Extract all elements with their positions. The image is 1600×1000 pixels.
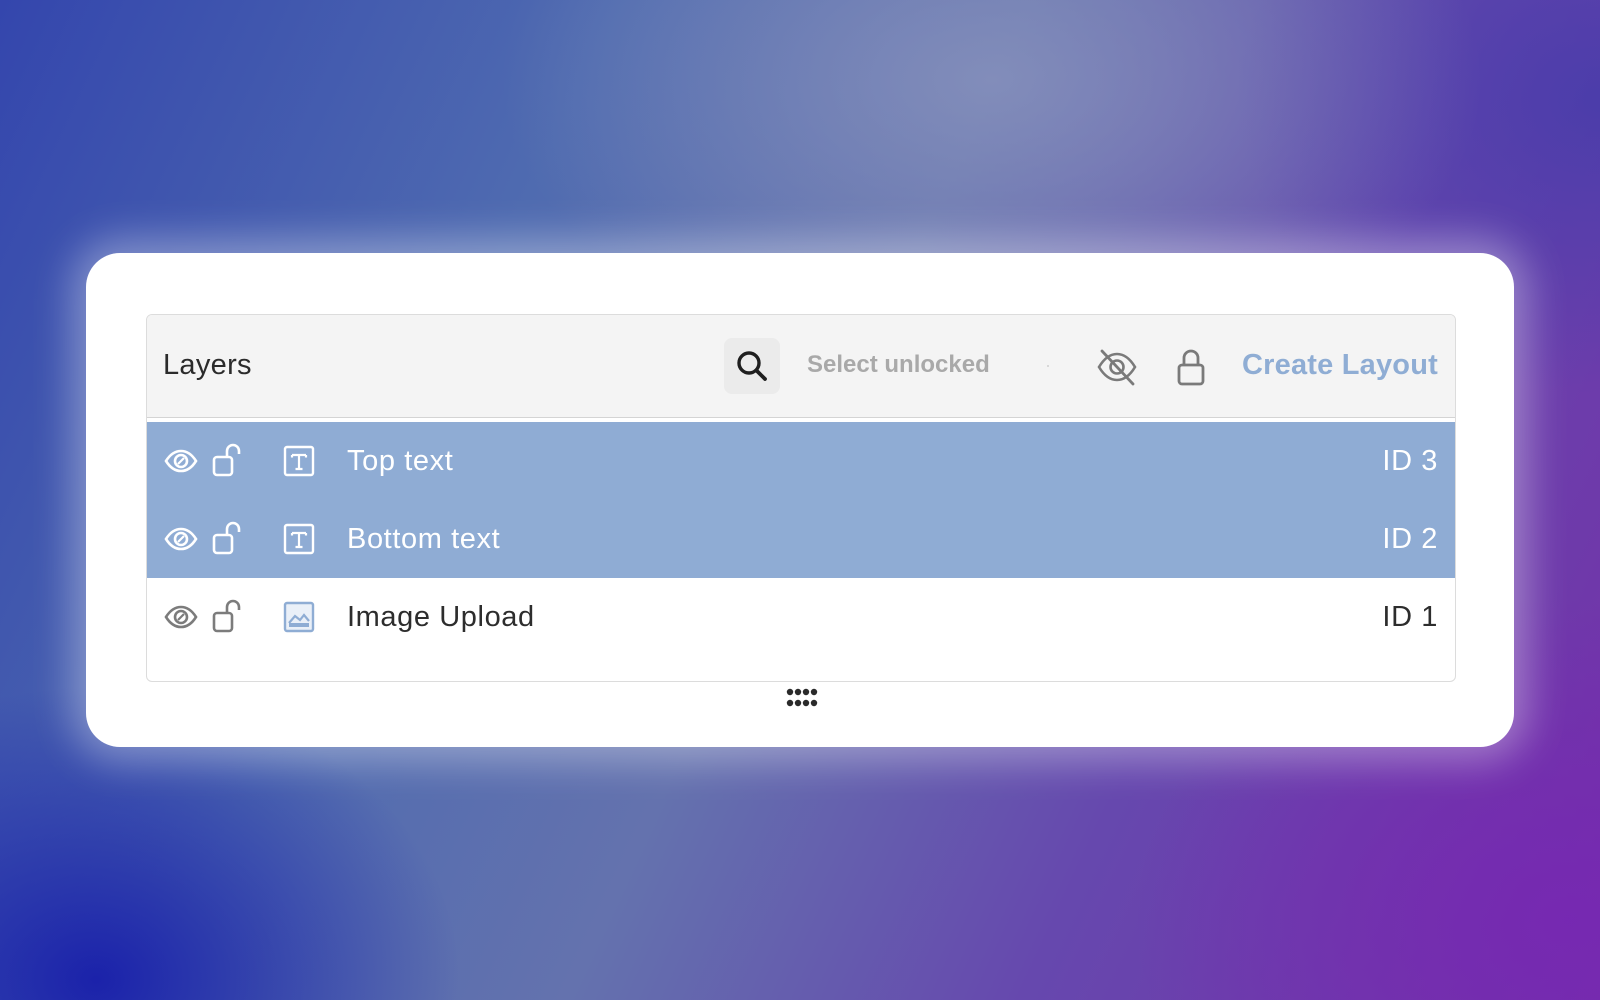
image-icon <box>283 601 315 633</box>
layer-type <box>283 445 315 477</box>
visibility-toggle[interactable] <box>164 522 198 556</box>
separator-dot <box>1047 365 1049 367</box>
eye-off-icon <box>1097 349 1137 386</box>
resize-handle[interactable] <box>785 686 819 710</box>
text-icon <box>283 445 315 477</box>
layer-name: Image Upload <box>347 601 535 633</box>
lock-toggle[interactable] <box>212 598 244 634</box>
drag-handle-icon <box>786 688 818 707</box>
lock-toggle[interactable] <box>212 442 244 478</box>
visibility-toggle[interactable] <box>164 600 198 634</box>
eye-icon <box>164 449 198 473</box>
eye-icon <box>164 527 198 551</box>
layer-type <box>283 601 315 633</box>
text-icon <box>283 523 315 555</box>
layer-id: ID 1 <box>1382 601 1438 633</box>
create-layout-button[interactable]: Create Layout <box>1242 349 1438 382</box>
layer-name: Top text <box>347 445 454 477</box>
visibility-toggle[interactable] <box>164 444 198 478</box>
unlock-icon <box>212 443 241 477</box>
lock-icon <box>1177 349 1205 386</box>
layer-row[interactable]: Image Upload ID 1 <box>147 578 1455 656</box>
lock-all-button[interactable] <box>1171 345 1211 389</box>
layer-row[interactable]: Bottom text ID 2 <box>147 500 1455 578</box>
unlock-icon <box>212 521 241 555</box>
lock-toggle[interactable] <box>212 520 244 556</box>
layers-panel: Layers Select unlocked Create Layout Top… <box>146 314 1456 682</box>
eye-icon <box>164 605 198 629</box>
panel-title: Layers <box>163 349 252 381</box>
layer-name: Bottom text <box>347 523 501 555</box>
search-button[interactable] <box>724 338 780 394</box>
layer-id: ID 3 <box>1382 445 1438 477</box>
search-icon <box>737 351 767 381</box>
hide-all-button[interactable] <box>1095 345 1139 389</box>
layer-type <box>283 523 315 555</box>
layers-header: Layers Select unlocked Create Layout <box>147 315 1455 418</box>
card: Layers Select unlocked Create Layout Top… <box>86 253 1514 747</box>
layer-row[interactable]: Top text ID 3 <box>147 422 1455 500</box>
unlock-icon <box>212 599 241 633</box>
select-unlocked-button[interactable]: Select unlocked <box>807 351 990 379</box>
layer-list: Top text ID 3 Bottom text ID 2 Image Upl… <box>147 422 1455 656</box>
layer-id: ID 2 <box>1382 523 1438 555</box>
